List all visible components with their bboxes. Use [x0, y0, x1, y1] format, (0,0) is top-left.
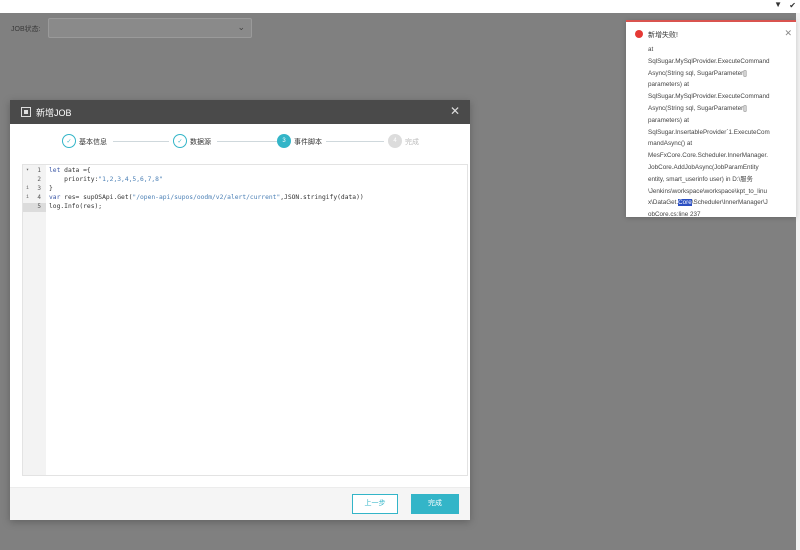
- top-bar: ▼ ✔: [0, 0, 800, 13]
- window-icon: [21, 107, 31, 117]
- error-dot-icon: [635, 30, 643, 38]
- step-1-label: 基本信息: [79, 139, 107, 146]
- fold-icon[interactable]: ▾: [26, 167, 29, 173]
- code-line[interactable]: let data ={: [49, 167, 91, 176]
- page-edge: [796, 13, 800, 550]
- chevron-down-icon: ⌄: [237, 22, 245, 32]
- close-icon[interactable]: ✕: [784, 28, 792, 39]
- error-notification: 新增失败! ✕ at SqlSugar.MySqlProvider.Execut…: [626, 20, 796, 218]
- info-icon: i: [26, 194, 30, 200]
- line-number: i4: [26, 194, 41, 201]
- new-job-modal: 新增JOB ✕ ✓ 基本信息 ✓ 数据源 3 事件脚本 4 完成 ▾ 1 2 i3…: [10, 100, 470, 520]
- info-icon: i: [26, 185, 30, 191]
- line-number: 2: [37, 176, 41, 183]
- modal-title: 新增JOB: [36, 108, 72, 118]
- step-4-number: 4: [388, 134, 402, 148]
- code-line[interactable]: var res= supOSApi.Get("/open-api/supos/o…: [49, 194, 364, 203]
- step-indicator: ✓ 基本信息 ✓ 数据源 3 事件脚本 4 完成: [10, 134, 470, 152]
- line-number: i3: [26, 185, 41, 192]
- modal-footer: 上一步 完成: [10, 487, 470, 520]
- step-3-label: 事件脚本: [294, 139, 322, 146]
- step-2-label: 数据源: [190, 139, 211, 146]
- check-icon: ✔: [789, 1, 796, 10]
- script-editor[interactable]: ▾ 1 2 i3 i4 5 let data ={ priority:"1,2,3…: [22, 164, 468, 476]
- modal-header: 新增JOB ✕: [10, 100, 470, 124]
- step-connector: [217, 141, 277, 142]
- close-icon[interactable]: ✕: [450, 104, 460, 118]
- notification-title: 新增失败!: [648, 32, 678, 39]
- line-number: ▾ 1: [26, 167, 41, 174]
- step-2-check-icon: ✓: [173, 134, 187, 148]
- step-connector: [326, 141, 384, 142]
- code-line[interactable]: }: [49, 185, 53, 194]
- line-number-active: 5: [23, 203, 46, 212]
- finish-button[interactable]: 完成: [411, 494, 459, 514]
- selected-text[interactable]: Core: [678, 199, 692, 207]
- previous-step-button[interactable]: 上一步: [352, 494, 398, 514]
- dropdown-arrow-icon[interactable]: ▼: [774, 0, 782, 9]
- step-4-label: 完成: [405, 139, 419, 146]
- job-status-select[interactable]: ⌄: [48, 18, 252, 38]
- notification-message: at SqlSugar.MySqlProvider.ExecuteCommand…: [648, 46, 770, 219]
- step-3-number: 3: [277, 134, 291, 148]
- step-connector: [113, 141, 169, 142]
- step-1-check-icon: ✓: [62, 134, 76, 148]
- job-status-label: JOB状态:: [11, 26, 41, 33]
- code-line[interactable]: log.Info(res);: [49, 203, 102, 212]
- code-line[interactable]: priority:"1,2,3,4,5,6,7,8": [49, 176, 163, 185]
